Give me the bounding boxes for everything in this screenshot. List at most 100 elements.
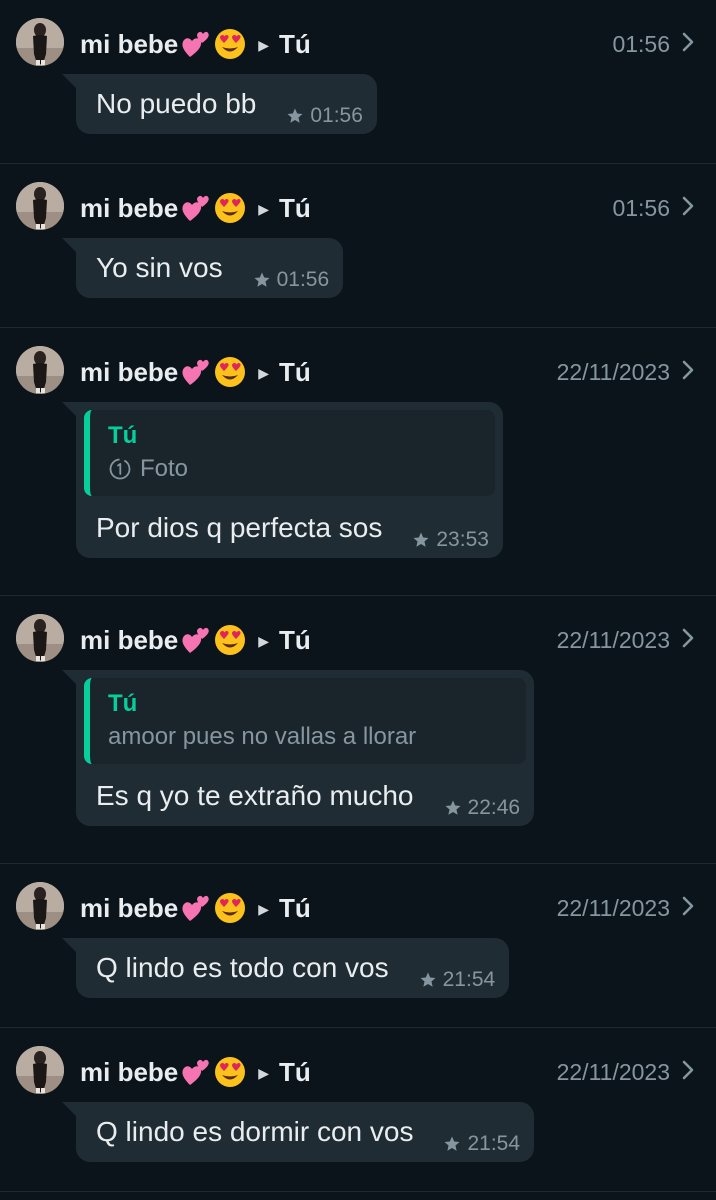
two-hearts-emoji [180,29,212,59]
message-date: 22/11/2023 [556,627,670,653]
message-bubble[interactable]: Q lindo es dormir con vos 21:54 [62,1102,535,1162]
message-bubble[interactable]: Tú Foto Por dios q perfecta sos 23:53 [62,402,503,558]
play-arrow-icon: ▶ [258,632,270,649]
star-icon [286,107,310,125]
message-date: 22/11/2023 [556,1059,670,1085]
message-time: 01:56 [310,104,363,127]
message-time: 22:46 [467,796,521,819]
message-header: mi bebe ▶ Tú [80,625,311,655]
two-hearts-emoji [180,193,212,223]
quoted-message[interactable]: Tú Foto [84,410,495,496]
message-text: No puedo bb [96,88,257,119]
play-arrow-icon: ▶ [258,36,270,53]
message-header: mi bebe ▶ Tú [80,893,311,923]
quoted-text: Foto [108,452,471,486]
message-meta: 23:53 [412,528,489,552]
sender-emojis [180,624,246,656]
message-date: 01:56 [612,31,670,57]
message-text: Yo sin vos [96,252,223,283]
recipient-name: Tú [279,356,311,387]
heart-eyes-emoji [214,28,246,60]
quoted-author: Tú [108,422,138,449]
two-hearts-emoji [180,893,212,923]
starred-message[interactable]: mi bebe ▶ Tú 22/11/2023 Tú amoor pues no vall… [0,596,716,864]
quoted-text-content: Foto [140,455,189,482]
avatar[interactable] [16,18,64,66]
message-text: Es q yo te extraño mucho [96,780,414,811]
starred-message[interactable]: mi bebe ▶ Tú 22/11/2023 Q lindo es todo con … [0,864,716,1028]
starred-message[interactable]: mi bebe ▶ Tú 22/11/2023 Q lindo es dormir co… [0,1028,716,1192]
sender-emojis [180,356,246,388]
sender-emojis [180,28,246,60]
star-icon [444,799,468,817]
message-meta: 01:56 [253,268,330,292]
message-date: 01:56 [612,195,670,221]
heart-eyes-emoji [214,1056,246,1088]
message-date: 22/11/2023 [556,359,670,385]
avatar[interactable] [16,182,64,230]
sender-name: mi bebe [80,892,179,923]
view-once-icon [108,457,140,481]
sender-name: mi bebe [80,624,179,655]
message-time: 21:54 [442,968,496,991]
two-hearts-emoji [180,357,212,387]
message-text: Por dios q perfecta sos [96,512,383,543]
avatar[interactable] [16,882,64,930]
sender-name: mi bebe [80,356,179,387]
message-text: Q lindo es dormir con vos [96,1116,414,1147]
sender-name: mi bebe [80,192,179,223]
play-arrow-icon: ▶ [258,1064,270,1081]
message-meta: 01:56 [286,104,363,128]
message-time: 01:56 [276,268,330,291]
message-time: 21:54 [467,1132,521,1155]
message-meta: 21:54 [419,968,496,992]
avatar[interactable] [16,614,64,662]
avatar[interactable] [16,1046,64,1094]
sender-emojis [180,192,246,224]
star-icon [412,531,436,549]
quoted-message[interactable]: Tú amoor pues no vallas a llorar [84,678,527,764]
starred-messages-list: mi bebe ▶ Tú 01:56 No puedo bb 01:56 mi bebe ▶ T… [0,0,716,1192]
quoted-author: Tú [108,690,138,717]
play-arrow-icon: ▶ [258,364,270,381]
heart-eyes-emoji [214,356,246,388]
two-hearts-emoji [180,625,212,655]
play-arrow-icon: ▶ [258,200,270,217]
message-meta: 21:54 [443,1132,520,1156]
heart-eyes-emoji [214,892,246,924]
sender-name: mi bebe [80,28,179,59]
message-bubble[interactable]: Yo sin vos 01:56 [62,238,344,298]
quoted-text: amoor pues no vallas a llorar [108,720,502,754]
sender-emojis [180,1056,246,1088]
message-time: 23:53 [436,528,489,551]
sender-emojis [180,892,246,924]
message-date: 22/11/2023 [556,895,670,921]
avatar[interactable] [16,346,64,394]
star-icon [253,271,277,289]
message-meta: 22:46 [444,796,521,820]
starred-message[interactable]: mi bebe ▶ Tú 01:56 No puedo bb 01:56 [0,0,716,164]
recipient-name: Tú [279,1056,311,1087]
recipient-name: Tú [279,192,311,223]
recipient-name: Tú [279,892,311,923]
play-arrow-icon: ▶ [258,900,270,917]
message-bubble[interactable]: Tú amoor pues no vallas a llorar Es q yo t… [62,670,535,826]
message-bubble[interactable]: Q lindo es todo con vos 21:54 [62,938,510,998]
heart-eyes-emoji [214,624,246,656]
message-text: Q lindo es todo con vos [96,952,389,983]
two-hearts-emoji [180,1057,212,1087]
recipient-name: Tú [279,624,311,655]
star-icon [443,1135,467,1153]
message-header: mi bebe ▶ Tú [80,1057,311,1087]
recipient-name: Tú [279,28,311,59]
message-bubble[interactable]: No puedo bb 01:56 [62,74,377,134]
message-header: mi bebe ▶ Tú [80,357,311,387]
message-header: mi bebe ▶ Tú [80,193,311,223]
star-icon [419,971,443,989]
heart-eyes-emoji [214,192,246,224]
starred-message[interactable]: mi bebe ▶ Tú 01:56 Yo sin vos 01:56 [0,164,716,328]
message-header: mi bebe ▶ Tú [80,29,311,59]
quoted-text-content: amoor pues no vallas a llorar [108,723,417,750]
starred-message[interactable]: mi bebe ▶ Tú 22/11/2023 Tú Foto Por dios q per… [0,328,716,596]
sender-name: mi bebe [80,1056,179,1087]
